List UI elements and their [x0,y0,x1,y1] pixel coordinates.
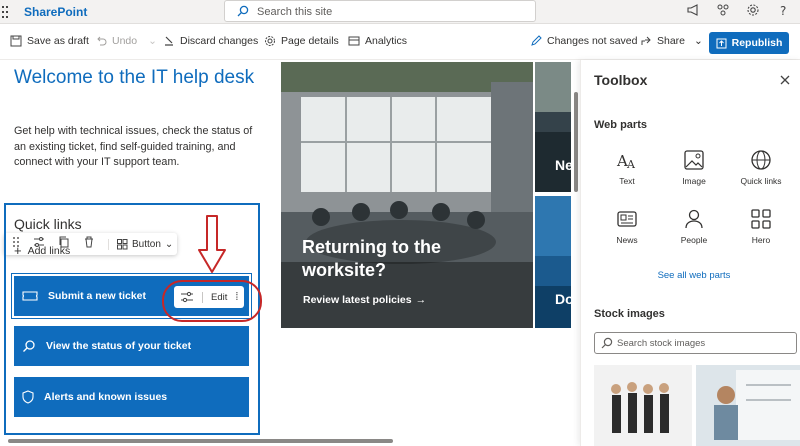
analytics-icon [348,36,360,46]
gear-icon[interactable] [746,3,762,19]
hero-icon [751,209,771,229]
arrow-right-icon: → [415,294,427,306]
svg-text:A: A [626,158,636,171]
app-header: SharePoint Search this site ? [0,0,800,24]
toolbox-pane: Toolbox Web parts AA Text Image Quick li… [580,60,800,446]
pencil-icon [531,35,542,46]
vertical-scrollbar[interactable] [572,62,580,436]
webpart-label: Quick links [740,176,782,186]
share-chevron-icon: ⌄ [694,35,703,47]
image-icon [684,150,704,170]
webpart-label: Image [682,176,706,186]
globe-icon [751,150,771,170]
save-icon [10,35,22,47]
search-icon [23,340,35,352]
horizontal-scrollbar[interactable] [0,436,580,446]
webpart-label: People [680,235,708,245]
save-draft-label: Save as draft [27,35,89,47]
brand-label[interactable]: SharePoint [24,5,87,19]
hero-title-line1: Returning to the [302,237,441,257]
undo-icon [97,36,107,46]
svg-text:?: ? [780,4,786,17]
horizontal-scroll-thumb[interactable] [8,439,393,443]
ticket-icon [22,291,38,301]
hero-secondary-title: Ne [555,157,573,173]
toolbox-title: Toolbox [594,72,648,88]
hero-tertiary-title: Do [555,291,574,307]
hero-image-main[interactable] [281,62,533,328]
save-draft-button[interactable]: Save as draft [10,35,89,47]
webpart-hero[interactable]: Hero [731,208,791,245]
analytics-button[interactable]: Analytics [348,35,407,47]
publish-icon [716,38,727,48]
discard-changes-button[interactable]: Discard changes [163,35,258,47]
stock-search-placeholder: Search stock images [617,338,706,349]
shield-icon [22,390,34,404]
analytics-label: Analytics [365,35,408,47]
add-links-button[interactable]: + Add links [14,243,70,258]
hero-link[interactable]: Review latest policies → [303,294,426,306]
stock-image-thumbnail[interactable] [594,365,692,446]
page-description[interactable]: Get help with technical issues, check th… [14,124,254,171]
share-icon [641,36,651,45]
see-all-webparts-link[interactable]: See all web parts [581,270,800,281]
webpart-label: News [616,235,638,245]
hero-title-line2: worksite? [302,260,387,280]
undo-button[interactable]: Undo ⌄ [95,35,157,47]
page-title[interactable]: Welcome to the IT help desk [14,66,264,90]
hero-link-label: Review latest policies [303,294,412,306]
webpart-image[interactable]: Image [664,149,724,186]
search-icon [601,337,613,349]
plus-icon: + [14,243,22,258]
annotation-circle [162,280,262,322]
person-icon [685,209,703,229]
stock-search-input[interactable]: Search stock images [594,332,797,354]
stock-image-thumbnail[interactable] [696,365,800,446]
search-icon [237,5,249,17]
quick-link-view-status[interactable]: View the status of your ticket [14,326,249,366]
vertical-scroll-thumb[interactable] [574,92,578,192]
undo-chevron-icon[interactable]: ⌄ [148,35,157,47]
stock-images-heading: Stock images [594,308,665,320]
site-search-box[interactable]: Search this site [224,0,536,22]
quick-link-label: Alerts and known issues [44,391,168,403]
gear-icon [265,36,275,46]
command-bar: Save as draft Undo ⌄ Discard changes Pag… [0,24,800,60]
webpart-label: Text [619,176,635,186]
help-icon[interactable]: ? [776,3,792,19]
republish-label: Republish [731,37,783,49]
discard-label: Discard changes [180,35,259,47]
page-details-label: Page details [281,35,339,47]
webpart-news[interactable]: News [597,208,657,245]
text-icon: AA [616,152,636,171]
search-placeholder: Search this site [257,6,333,18]
close-icon[interactable] [778,73,792,87]
save-status: Changes not saved [530,35,637,47]
page-details-button[interactable]: Page details [264,35,339,47]
connections-icon[interactable] [716,3,732,19]
add-links-label: Add links [27,244,71,257]
webpart-label: Hero [751,235,771,245]
share-label: Share [657,35,686,47]
undo-label: Undo [112,35,138,47]
quick-link-label: View the status of your ticket [46,340,192,352]
quick-links-title[interactable]: Quick links [14,216,82,232]
hero-image-tertiary[interactable] [535,196,571,328]
quick-link-label: Submit a new ticket [48,290,147,302]
webparts-heading: Web parts [594,119,647,131]
share-button[interactable]: Share ⌄ [640,35,703,47]
megaphone-icon[interactable] [686,3,702,19]
republish-button[interactable]: Republish [709,32,789,54]
webpart-people[interactable]: People [664,208,724,245]
annotation-arrow-icon [198,215,226,273]
hero-title: Returning to the worksite? [302,236,441,282]
quick-link-alerts[interactable]: Alerts and known issues [14,377,249,417]
webpart-text[interactable]: AA Text [597,149,657,186]
webpart-quick-links[interactable]: Quick links [731,149,791,186]
discard-icon [165,36,173,46]
app-launcher-icon[interactable] [2,6,12,18]
save-status-label: Changes not saved [547,35,638,47]
news-icon [617,211,637,227]
